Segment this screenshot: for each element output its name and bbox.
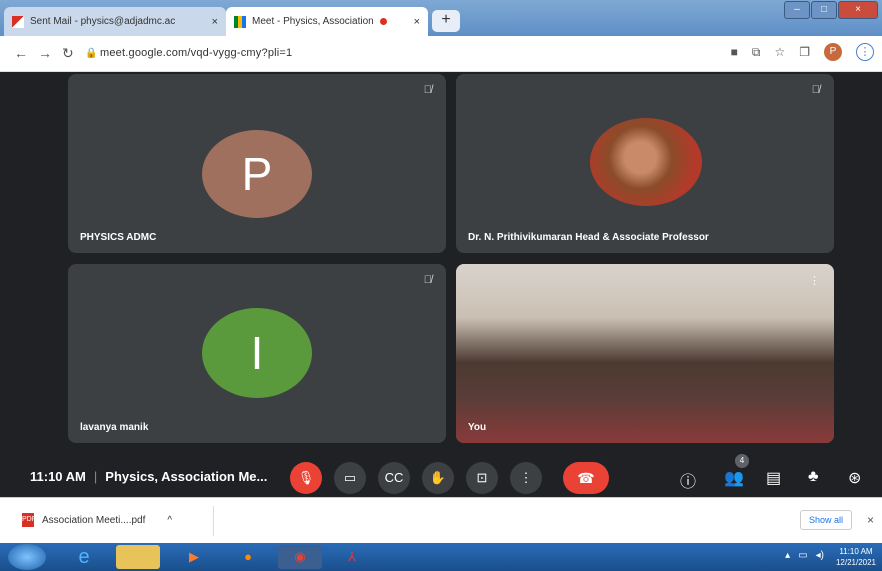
profile-avatar[interactable]: P	[824, 43, 842, 61]
participant-tile[interactable]: 🎙̸ Dr. N. Prithivikumaran Head & Associa…	[456, 74, 834, 253]
back-icon[interactable]: ←	[14, 45, 28, 61]
new-tab-button[interactable]: +	[432, 10, 460, 32]
minimize-button[interactable]: –	[784, 1, 810, 19]
mic-muted-icon: 🎙̸	[423, 84, 432, 96]
raise-hand-button[interactable]: ✋	[422, 462, 454, 494]
reload-icon[interactable]: ↻	[62, 45, 74, 62]
participant-count-badge: 4	[735, 454, 749, 468]
meet-icon	[234, 15, 246, 28]
internet-explorer-icon[interactable]: e	[62, 545, 106, 569]
forward-icon[interactable]: →	[38, 45, 52, 61]
participant-name: lavanya manik	[80, 422, 149, 433]
participant-tile[interactable]: 🎙̸ P PHYSICS ADMC	[68, 74, 446, 253]
avatar: P	[202, 130, 312, 218]
more-options-icon[interactable]: ⋮	[809, 274, 820, 287]
present-button[interactable]: ⊡	[466, 462, 498, 494]
info-separator: |	[93, 469, 98, 484]
captions-button[interactable]: CC	[378, 462, 410, 494]
cast-icon[interactable]: ⧉	[752, 45, 761, 60]
chrome-icon[interactable]: ◉	[278, 545, 322, 569]
media-player-icon[interactable]: ▶	[172, 545, 216, 569]
show-all-button[interactable]: Show all	[799, 510, 852, 530]
url-field[interactable]: meet.google.com/vqd-vygg-cmy?pli=1	[100, 47, 292, 59]
meet-stage: 🎙̸ P PHYSICS ADMC 🎙̸ Dr. N. Prithivikuma…	[0, 72, 882, 497]
tray-expand-icon[interactable]: ▴	[785, 550, 790, 561]
window-buttons: – □ ×	[784, 1, 878, 19]
close-window-button[interactable]: ×	[838, 1, 878, 19]
tab-search-icon[interactable]: ❐	[799, 45, 810, 59]
tab-meet[interactable]: Meet - Physics, Association ×	[226, 7, 428, 36]
self-video-tile[interactable]: ⋮ You	[456, 264, 834, 443]
host-controls-icon[interactable]: ⊛	[848, 468, 861, 488]
mic-toggle-button[interactable]: 🎙	[290, 462, 322, 494]
downloads-bar: PDF Association Meeti....pdf ^ Show all …	[0, 497, 882, 543]
browser-menu-icon[interactable]: ⋮	[856, 43, 874, 61]
participant-name: PHYSICS ADMC	[80, 232, 157, 243]
meeting-title: Physics, Association Me...	[105, 469, 268, 484]
meeting-details-icon[interactable]: ⓘ	[680, 468, 696, 492]
taskbar-clock[interactable]: 11:10 AM 12/21/2021	[836, 546, 876, 568]
screen: Sent Mail - physics@adjadmc.ac × Meet - …	[0, 0, 882, 571]
network-icon[interactable]: ▭	[798, 550, 807, 561]
browser-titlebar: Sent Mail - physics@adjadmc.ac × Meet - …	[0, 0, 882, 36]
avatar: I	[202, 308, 312, 398]
gmail-icon	[12, 15, 24, 28]
tab-gmail-label: Sent Mail - physics@adjadmc.ac	[30, 16, 176, 27]
bookmark-star-icon[interactable]: ☆	[774, 45, 785, 59]
participant-name: Dr. N. Prithivikumaran Head & Associate …	[468, 232, 709, 243]
mic-muted-icon: 🎙̸	[423, 274, 432, 286]
meeting-info: 11:10 AM | Physics, Association Me...	[30, 469, 267, 484]
recording-dot-icon	[379, 18, 387, 25]
tab-gmail-close-icon[interactable]: ×	[212, 16, 218, 28]
participant-name: You	[468, 422, 487, 433]
leave-call-button[interactable]: ☎	[563, 462, 609, 494]
tab-meet-label: Meet - Physics, Association	[252, 16, 374, 27]
start-button[interactable]	[8, 544, 46, 570]
address-bar-icons: ■ ⧉ ☆ ❐ P ⋮	[731, 43, 874, 61]
participant-tile[interactable]: 🎙̸ I lavanya manik	[68, 264, 446, 443]
meeting-time: 11:10 AM	[30, 469, 86, 484]
people-icon[interactable]: 👥	[724, 468, 744, 488]
tab-meet-close-icon[interactable]: ×	[414, 16, 420, 28]
acrobat-icon[interactable]: ⅄	[330, 545, 374, 569]
volume-icon[interactable]: ◂)	[816, 550, 824, 561]
clock-time: 11:10 AM	[839, 547, 873, 556]
avatar	[590, 118, 702, 206]
firefox-icon[interactable]: ●	[226, 545, 270, 569]
lock-icon: 🔒	[85, 48, 98, 59]
clock-date: 12/21/2021	[835, 558, 876, 567]
download-item[interactable]: PDF Association Meeti....pdf ^	[22, 513, 172, 527]
windows-taskbar: e ▶ ● ◉ ⅄ ▴ ▭ ◂) 11:10 AM 12/21/2021	[0, 543, 882, 571]
maximize-button[interactable]: □	[811, 1, 837, 19]
chat-icon[interactable]: ▤	[766, 468, 781, 488]
camera-toggle-button[interactable]: ▭	[334, 462, 366, 494]
download-filename: Association Meeti....pdf	[42, 514, 146, 526]
download-chevron-icon[interactable]: ^	[167, 515, 172, 526]
file-explorer-icon[interactable]	[116, 545, 160, 569]
activities-icon[interactable]: ♣	[808, 468, 819, 486]
divider	[213, 506, 214, 536]
classroom-video	[456, 264, 834, 443]
system-tray: ▴ ▭ ◂)	[785, 550, 824, 561]
camera-indicator-icon[interactable]: ■	[731, 45, 738, 59]
address-bar: ← → ↻ 🔒 meet.google.com/vqd-vygg-cmy?pli…	[0, 36, 882, 72]
tab-gmail[interactable]: Sent Mail - physics@adjadmc.ac ×	[4, 7, 226, 36]
meeting-controls: 11:10 AM | Physics, Association Me... 🎙 ▭ …	[0, 454, 882, 498]
downloads-close-icon[interactable]: ×	[867, 513, 874, 527]
mic-muted-icon: 🎙̸	[811, 84, 820, 96]
more-options-button[interactable]: ⋮	[510, 462, 542, 494]
pdf-file-icon: PDF	[22, 513, 36, 527]
